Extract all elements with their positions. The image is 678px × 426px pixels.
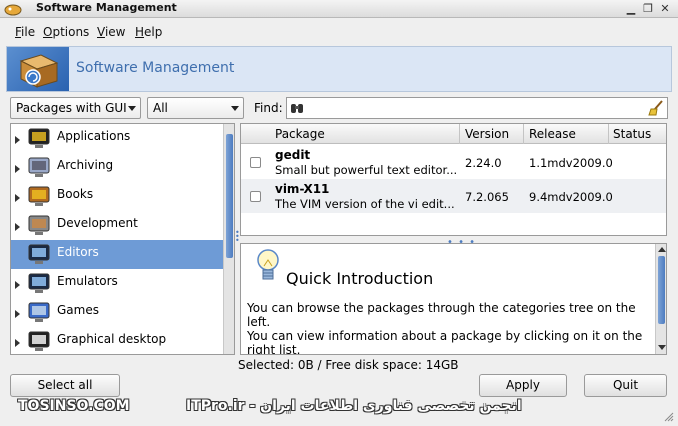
category-item[interactable]: Editors (11, 240, 223, 269)
vertical-splitter[interactable]: • • • (235, 229, 240, 245)
resize-grip-icon[interactable] (662, 410, 674, 422)
expand-arrow-icon[interactable] (15, 194, 20, 202)
package-description: The VIM version of the vi edit... (275, 197, 455, 211)
info-scroll-thumb[interactable] (658, 256, 665, 324)
menu-bar: File Options View Help (0, 22, 678, 44)
col-version[interactable]: Version (465, 127, 509, 141)
table-row[interactable]: gedit Small but powerful text editor... … (241, 145, 666, 179)
table-header: Package Version Release Status (241, 124, 666, 144)
category-label: Games (57, 303, 99, 317)
applications-icon (28, 128, 50, 148)
find-label: Find: (254, 101, 283, 115)
category-label: Applications (57, 129, 131, 143)
package-name: vim-X11 (275, 182, 330, 196)
status-text: Selected: 0B / Free disk space: 14GB (238, 358, 459, 372)
scroll-down-icon[interactable] (658, 345, 666, 350)
emulators-icon (28, 273, 50, 293)
category-label: Archiving (57, 158, 114, 172)
category-item[interactable]: Games (11, 298, 223, 327)
col-status[interactable]: Status (613, 127, 651, 141)
close-icon[interactable]: ✕ (658, 2, 672, 16)
table-row[interactable]: vim-X11 The VIM version of the vi edit..… (241, 179, 666, 213)
category-item[interactable]: Books (11, 182, 223, 211)
watermark-left: TOSINSO.COM (18, 398, 130, 414)
menu-view[interactable]: View (97, 25, 125, 39)
package-checkbox[interactable] (250, 191, 261, 202)
books-icon (28, 186, 50, 206)
window-titlebar: Software Management ▁ ❐ ✕ (0, 0, 678, 18)
scroll-up-icon[interactable] (658, 247, 666, 252)
find-input[interactable] (286, 97, 668, 119)
software-package-icon (7, 47, 69, 91)
package-description: Small but powerful text editor... (275, 163, 458, 177)
binoculars-icon[interactable] (290, 101, 304, 115)
expand-arrow-icon[interactable] (15, 165, 20, 173)
banner-title: Software Management (76, 60, 235, 76)
package-table[interactable]: Package Version Release Status gedit Sma… (240, 123, 667, 236)
apply-button[interactable]: Apply (479, 374, 567, 397)
package-view-select[interactable]: Packages with GUI (10, 97, 141, 119)
watermark-right: انجمن تخصصی فناوری اطلاعات ایران - ITPro… (186, 398, 522, 414)
category-label: Editors (57, 245, 99, 259)
expand-arrow-icon[interactable] (15, 281, 20, 289)
category-item[interactable]: Graphical desktop (11, 327, 223, 354)
status-filter-select[interactable]: All (147, 97, 244, 119)
archiving-icon (28, 157, 50, 177)
header-banner: Software Management (6, 46, 672, 92)
expand-arrow-icon[interactable] (15, 136, 20, 144)
package-view-value: Packages with GUI (16, 101, 127, 115)
col-package[interactable]: Package (275, 127, 325, 141)
category-label: Development (57, 216, 138, 230)
lightbulb-icon (257, 249, 279, 280)
category-label: Graphical desktop (57, 332, 167, 346)
package-name: gedit (275, 148, 311, 162)
graphical-desktop-icon (28, 331, 50, 351)
games-icon (28, 302, 50, 322)
select-all-button[interactable]: Select all (10, 374, 120, 397)
category-item[interactable]: Development (11, 211, 223, 240)
category-item[interactable]: Archiving (11, 153, 223, 182)
category-label: Emulators (57, 274, 118, 288)
package-version: 7.2.065 (465, 190, 509, 204)
editors-icon (28, 244, 50, 264)
tree-scroll-thumb[interactable] (226, 134, 233, 258)
package-release: 9.4mdv2009.0 (529, 190, 613, 204)
category-item[interactable]: Applications (11, 124, 223, 153)
clear-search-icon[interactable] (648, 100, 664, 116)
menu-options[interactable]: Options (43, 25, 89, 39)
chevron-down-icon (128, 106, 136, 111)
info-title: Quick Introduction (286, 269, 434, 288)
category-tree[interactable]: Applications Archiving Books Development Edi… (10, 123, 235, 355)
info-paragraph: You can view information about a package… (247, 329, 643, 355)
window-title: Software Management (36, 1, 177, 14)
menu-help[interactable]: Help (135, 25, 162, 39)
package-release: 1.1mdv2009.0 (529, 156, 613, 170)
expand-arrow-icon[interactable] (15, 339, 20, 347)
package-checkbox[interactable] (250, 157, 261, 168)
info-scrollbar[interactable] (655, 244, 666, 354)
category-label: Books (57, 187, 94, 201)
tree-scrollbar[interactable] (223, 124, 234, 354)
col-release[interactable]: Release (529, 127, 576, 141)
menu-file[interactable]: File (15, 25, 35, 39)
category-item[interactable]: Emulators (11, 269, 223, 298)
chevron-down-icon (231, 106, 239, 111)
quit-button[interactable]: Quit (584, 374, 667, 397)
development-icon (28, 215, 50, 235)
info-panel: Quick Introduction You can browse the pa… (240, 243, 667, 355)
restore-icon[interactable]: ❐ (641, 2, 655, 16)
minimize-icon[interactable]: ▁ (624, 2, 638, 16)
info-paragraph: You can browse the packages through the … (247, 301, 636, 329)
package-version: 2.24.0 (465, 156, 502, 170)
expand-arrow-icon[interactable] (15, 223, 20, 231)
status-filter-value: All (153, 101, 168, 115)
expand-arrow-icon[interactable] (15, 310, 20, 318)
app-menu-icon[interactable] (4, 2, 22, 16)
